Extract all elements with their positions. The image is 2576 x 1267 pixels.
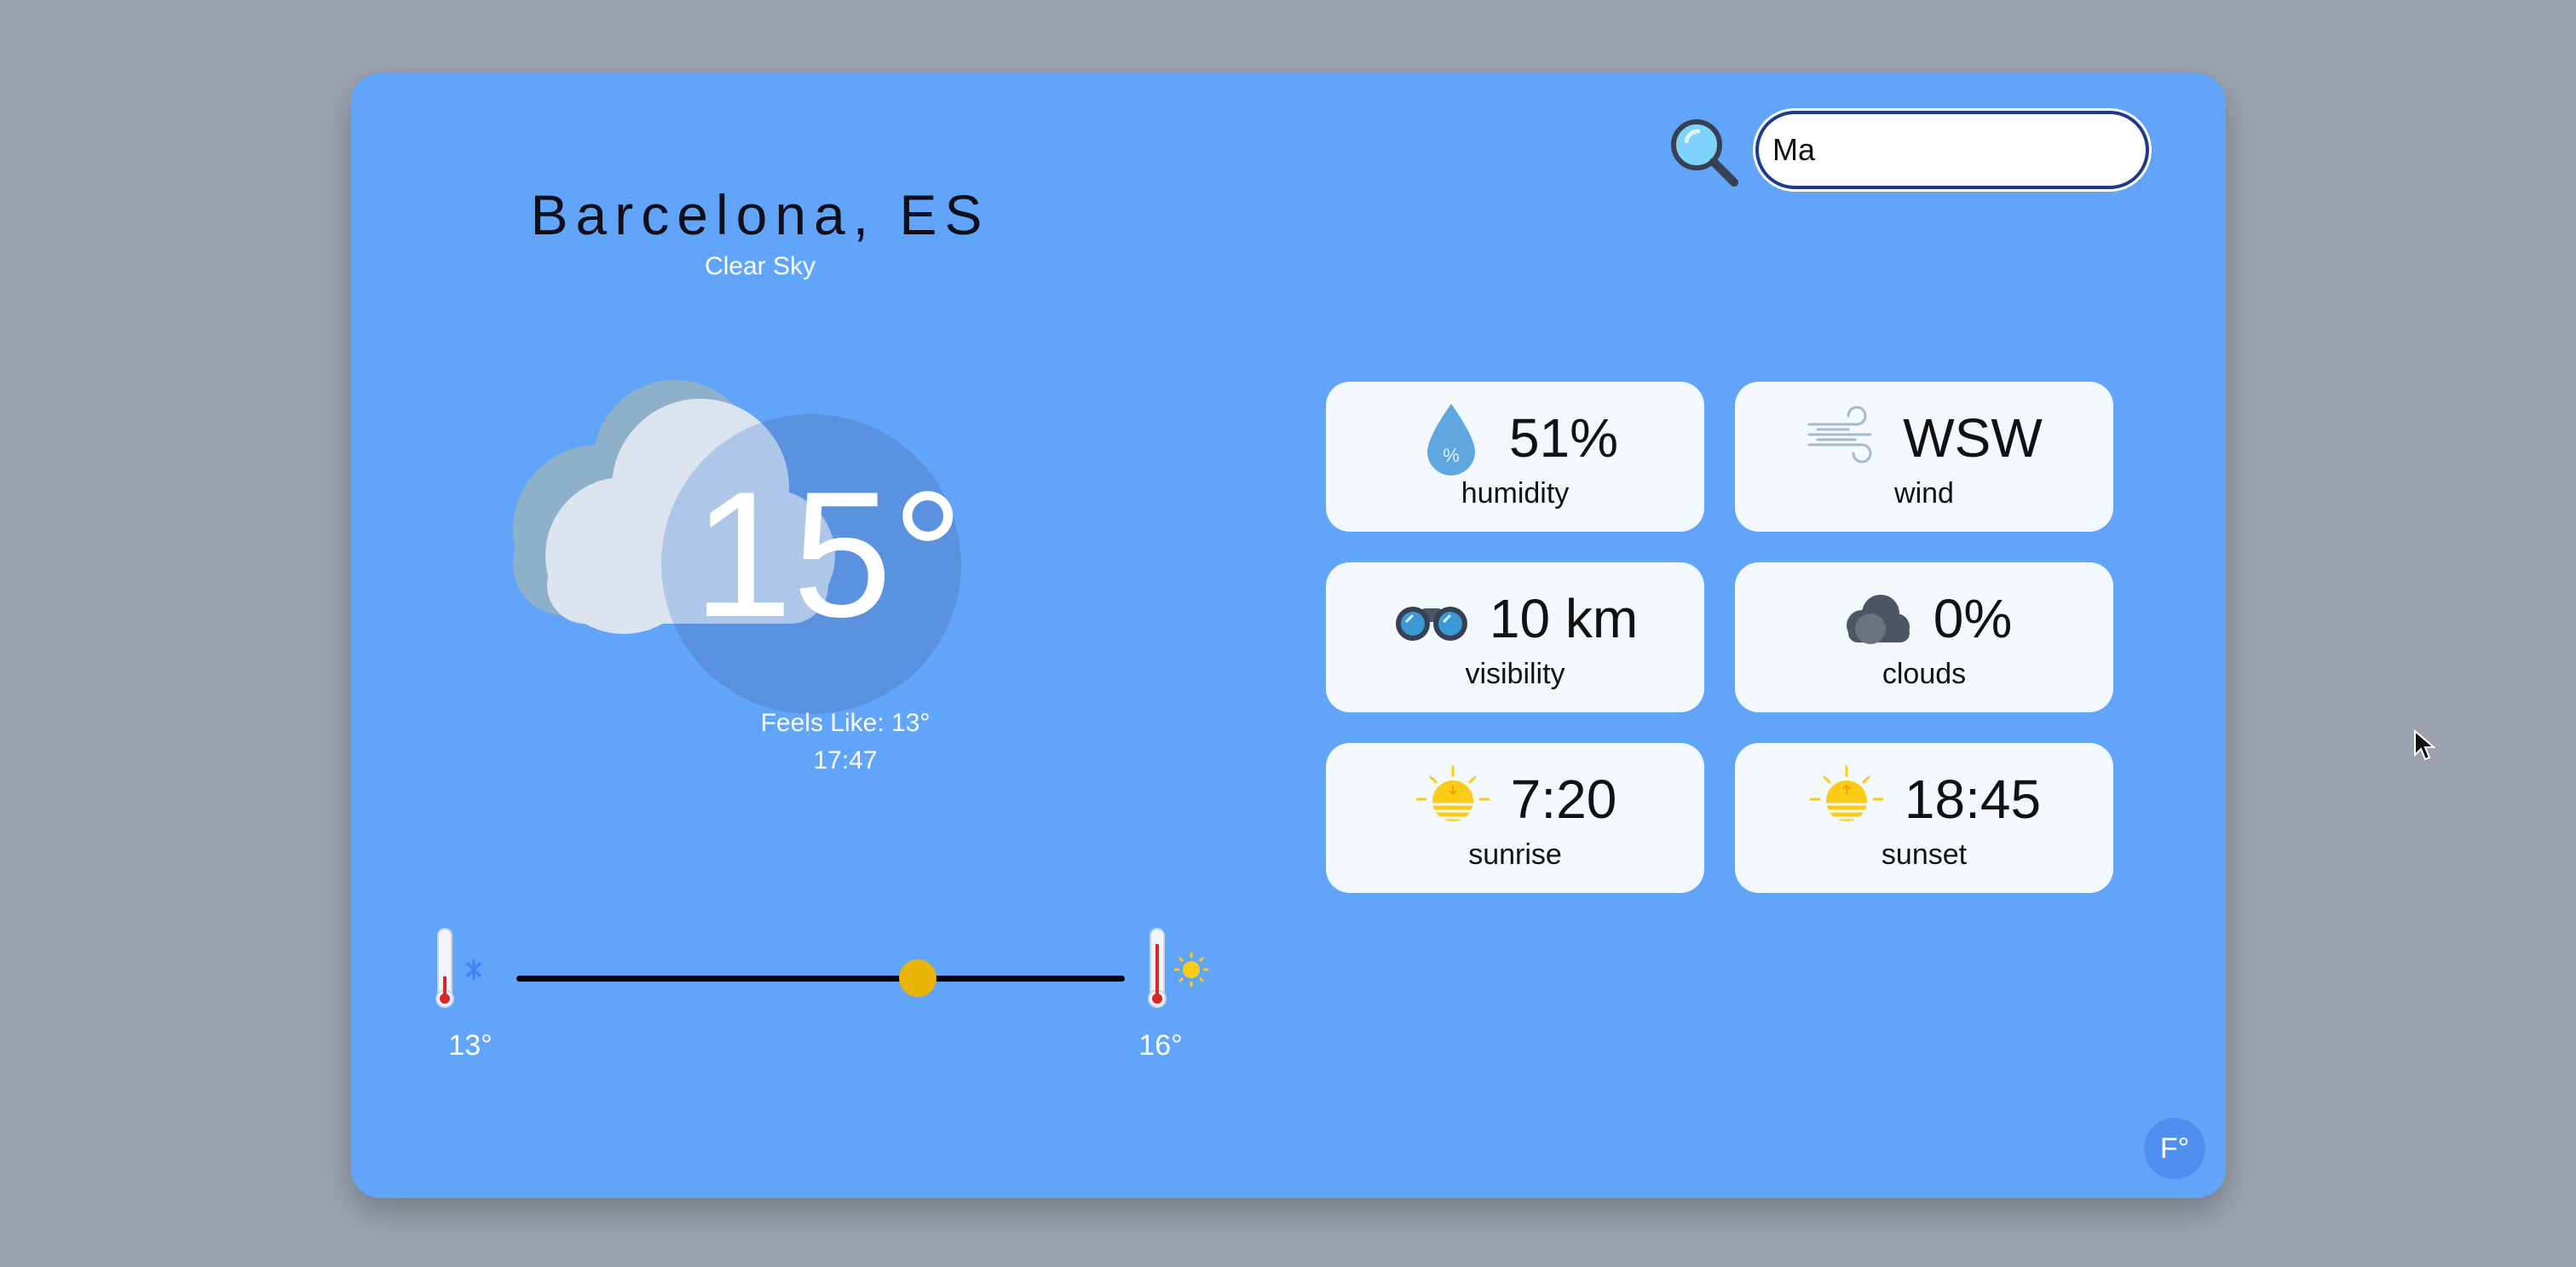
hot-thermometer-icon [1148, 928, 1208, 1008]
weather-description: Clear Sky [704, 252, 816, 280]
sunset-icon [1809, 765, 1884, 821]
cloud-icon [1846, 595, 1910, 644]
binoculars-icon [1395, 607, 1467, 641]
visibility-value: 10 km [1489, 588, 1639, 649]
humidity-value: 51% [1508, 407, 1619, 469]
sunset-value: 18:45 [1904, 769, 2042, 830]
temperature-range-track [516, 976, 1125, 982]
humidity-label: humidity [1461, 477, 1570, 510]
clouds-value: 0% [1933, 588, 2013, 649]
wind-label: wind [1894, 477, 1954, 510]
feels-like: Feels Like: 13° [760, 709, 931, 737]
visibility-tile: 10 km visibility [1326, 562, 1704, 712]
wind-icon [1807, 406, 1872, 464]
max-temperature: 16° [1138, 1029, 1183, 1062]
mouse-cursor-icon [2414, 729, 2435, 761]
city-name: Barcelona, ES [530, 183, 990, 246]
sunrise-label: sunrise [1468, 838, 1562, 871]
sunset-tile: 18:45 sunset [1735, 743, 2113, 893]
svg-text:%: % [1443, 445, 1460, 466]
clouds-label: clouds [1882, 658, 1967, 690]
visibility-label: visibility [1465, 658, 1565, 690]
search-input[interactable] [1755, 111, 2149, 189]
sunset-label: sunset [1881, 838, 1968, 871]
wind-tile: WSW wind [1735, 382, 2113, 532]
humidity-tile: % 51% humidity [1326, 382, 1704, 532]
sunrise-tile: 7:20 sunrise [1326, 743, 1704, 893]
sunrise-value: 7:20 [1510, 769, 1617, 830]
weather-card: Barcelona, ES Clear Sky 15° Feels Like: … [351, 73, 2435, 1198]
water-drop-icon: % [1426, 404, 1475, 475]
unit-toggle-button[interactable]: F° [2144, 1118, 2205, 1179]
local-time: 17:47 [813, 746, 878, 775]
sunrise-icon [1415, 765, 1490, 821]
min-temperature: 13° [448, 1029, 493, 1062]
wind-value: WSW [1903, 407, 2043, 469]
cold-thermometer-icon [435, 928, 482, 1008]
temperature-range-thumb [899, 959, 937, 997]
current-temperature: 15° [693, 454, 964, 654]
clouds-tile: 0% clouds [1735, 562, 2113, 712]
search-icon[interactable] [1668, 116, 1741, 189]
